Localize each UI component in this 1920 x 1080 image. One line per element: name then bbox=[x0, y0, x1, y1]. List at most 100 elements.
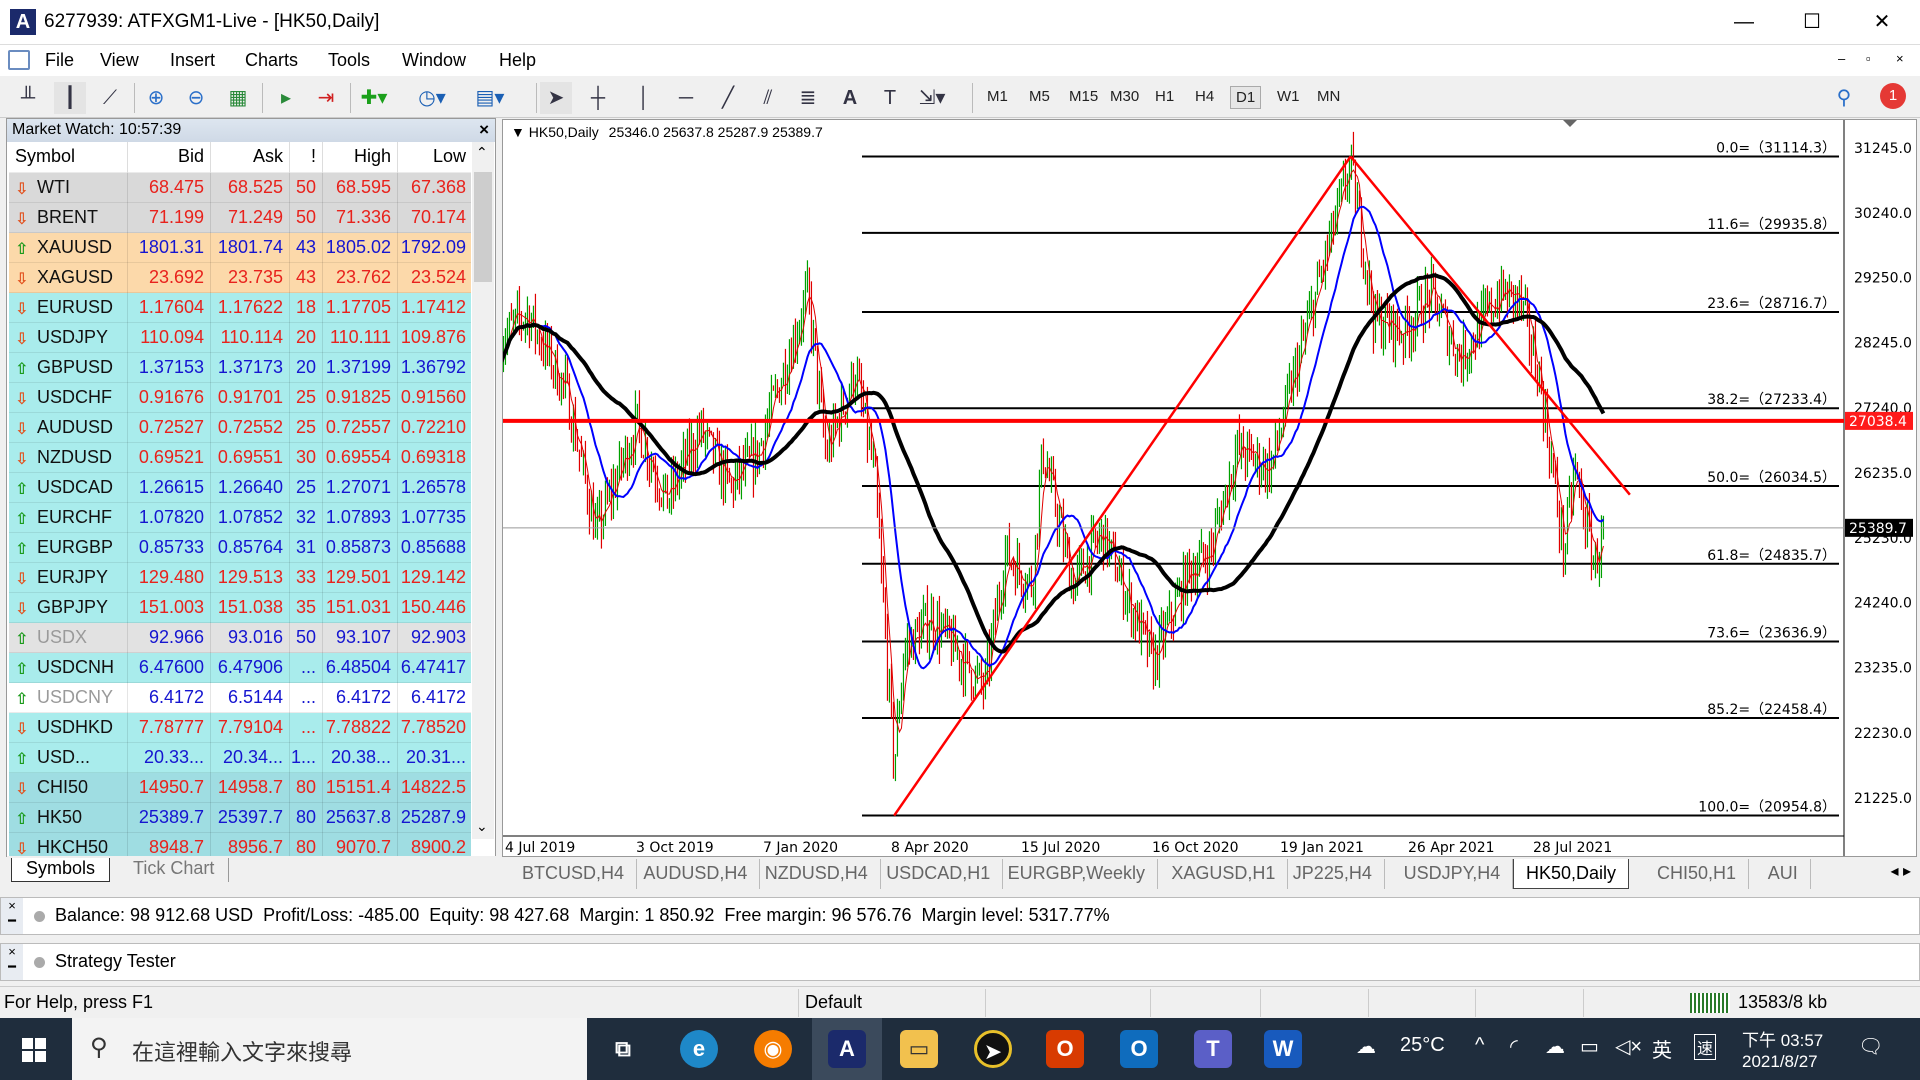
timeframe-h4[interactable]: H4 bbox=[1190, 86, 1219, 107]
horizontal-line-icon[interactable]: ─ bbox=[670, 82, 702, 114]
market-watch-row-eurjpy[interactable]: ⇩ EURJPY 129.480 129.513 33 129.501 129.142 bbox=[9, 563, 471, 593]
file-explorer-icon[interactable]: ▭ bbox=[900, 1030, 938, 1068]
market-watch-row-eurusd[interactable]: ⇩ EURUSD 1.17604 1.17622 18 1.17705 1.17412 bbox=[9, 293, 471, 323]
chart-tab-usdcad-h1[interactable]: USDCAD,H1 bbox=[874, 859, 1004, 889]
market-watch-row-eurchf[interactable]: ⇧ EURCHF 1.07820 1.07852 32 1.07893 1.07735 bbox=[9, 503, 471, 533]
column-header-ask[interactable]: Ask bbox=[253, 146, 283, 167]
chart-tab-audusd-h4[interactable]: AUDUSD,H4 bbox=[631, 859, 761, 889]
equidistant-channel-icon[interactable]: ⫽ bbox=[752, 82, 784, 114]
market-watch-row-gbpjpy[interactable]: ⇩ GBPJPY 151.003 151.038 35 151.031 150.446 bbox=[9, 593, 471, 623]
firefox-icon[interactable]: ◉ bbox=[754, 1030, 792, 1068]
notifications-icon[interactable]: 🗨 bbox=[1858, 1034, 1883, 1059]
zoom-out-icon[interactable]: ⊖ bbox=[180, 82, 212, 114]
vertical-line-icon[interactable]: │ bbox=[628, 82, 660, 114]
teams-icon[interactable]: T bbox=[1194, 1030, 1232, 1068]
candlestick-chart-icon[interactable]: ┃ bbox=[54, 82, 86, 114]
menu-file[interactable]: File bbox=[45, 50, 74, 71]
terminal-close-icon[interactable]: × ━ bbox=[1, 898, 23, 934]
menu-charts[interactable]: Charts bbox=[245, 50, 298, 71]
zoom-in-icon[interactable]: ⊕ bbox=[140, 82, 172, 114]
column-header-high[interactable]: High bbox=[354, 146, 391, 167]
chart-tab-nzdusd-h4[interactable]: NZDUSD,H4 bbox=[753, 859, 881, 889]
timeframe-mn[interactable]: MN bbox=[1312, 86, 1345, 107]
scroll-up-icon[interactable]: ⌃ bbox=[476, 144, 488, 161]
mdi-minimize-button[interactable]: – bbox=[1838, 51, 1845, 66]
maximize-button[interactable]: ☐ bbox=[1778, 0, 1846, 45]
timeframe-m30[interactable]: M30 bbox=[1105, 86, 1144, 107]
menu-view[interactable]: View bbox=[100, 50, 139, 71]
edge-browser-icon[interactable]: e bbox=[680, 1030, 718, 1068]
cursor-app-icon[interactable]: ➤ bbox=[974, 1030, 1012, 1068]
timeframe-m1[interactable]: M1 bbox=[982, 86, 1013, 107]
word-icon[interactable]: W bbox=[1264, 1030, 1302, 1068]
market-watch-row-usdx[interactable]: ⇧ USDX 92.966 93.016 50 93.107 92.903 bbox=[9, 623, 471, 653]
market-watch-row-usdcnh[interactable]: ⇧ USDCNH 6.47600 6.47906... 6.48504 6.47417 bbox=[9, 653, 471, 683]
cursor-icon[interactable]: ➤ bbox=[540, 82, 572, 114]
strategy-tester-close-icon[interactable]: × ━ bbox=[1, 944, 23, 980]
column-header-bid[interactable]: Bid bbox=[178, 146, 204, 167]
mdi-restore-button[interactable]: ▫ bbox=[1866, 51, 1871, 66]
ime-language[interactable]: 英 bbox=[1652, 1034, 1672, 1063]
chart-tab-usdjpy-h4[interactable]: USDJPY,H4 bbox=[1392, 859, 1514, 889]
market-watch-row-xauusd[interactable]: ⇧ XAUUSD 1801.31 1801.74 43 1805.02 1792.09 bbox=[9, 233, 471, 263]
market-watch-row-eurgbp[interactable]: ⇧ EURGBP 0.85733 0.85764 31 0.85873 0.85688 bbox=[9, 533, 471, 563]
tile-windows-icon[interactable]: ▦ bbox=[222, 82, 254, 114]
market-watch-row-gbpusd[interactable]: ⇧ GBPUSD 1.37153 1.37173 20 1.37199 1.36792 bbox=[9, 353, 471, 383]
windows-start-icon[interactable] bbox=[22, 1038, 46, 1062]
market-watch-row-usdjpy[interactable]: ⇩ USDJPY 110.094 110.114 20 110.111 109.876 bbox=[9, 323, 471, 353]
timeframe-m15[interactable]: M15 bbox=[1064, 86, 1103, 107]
timeframe-d1[interactable]: D1 bbox=[1230, 86, 1262, 109]
market-watch-row-nzdusd[interactable]: ⇩ NZDUSD 0.69521 0.69551 30 0.69554 0.69318 bbox=[9, 443, 471, 473]
task-view-icon[interactable]: ⧉ bbox=[604, 1030, 642, 1068]
timeframe-h1[interactable]: H1 bbox=[1150, 86, 1179, 107]
chart-tab-jp225-h4[interactable]: JP225,H4 bbox=[1281, 859, 1385, 889]
clock-time[interactable]: 下午 03:57 bbox=[1742, 1026, 1823, 1051]
scroll-down-icon[interactable]: ⌄ bbox=[476, 818, 488, 835]
menu-window[interactable]: Window bbox=[402, 50, 466, 71]
chart-tab-xagusd-h1[interactable]: XAGUSD,H1 bbox=[1159, 859, 1289, 889]
notification-badge[interactable]: 1 bbox=[1880, 83, 1906, 109]
text-label-icon[interactable]: T bbox=[874, 82, 906, 114]
market-watch-row-wti[interactable]: ⇩ WTI 68.475 68.525 50 68.595 67.368 bbox=[9, 173, 471, 203]
chart-tab-chi50-h1[interactable]: CHI50,H1 bbox=[1645, 859, 1750, 889]
wifi-icon[interactable]: ◜ bbox=[1510, 1034, 1518, 1059]
mdi-close-button[interactable]: × bbox=[1896, 51, 1904, 66]
weather-cloud-icon[interactable]: ☁ bbox=[1356, 1034, 1376, 1059]
battery-icon[interactable]: ▭ bbox=[1580, 1034, 1599, 1059]
tab-symbols[interactable]: Symbols bbox=[11, 858, 111, 882]
market-watch-row-usdcny[interactable]: ⇧ USDCNY 6.4172 6.5144... 6.4172 6.4172 bbox=[9, 683, 471, 713]
taskbar-search-input[interactable]: ⚲ 在這裡輸入文字來搜尋 bbox=[72, 1018, 587, 1080]
market-watch-row-hk50[interactable]: ⇧ HK50 25389.7 25397.7 80 25637.8 25287.9 bbox=[9, 803, 471, 833]
weather-temperature[interactable]: 25°C bbox=[1400, 1034, 1445, 1057]
templates-icon[interactable]: ▤▾ bbox=[474, 82, 506, 114]
market-watch-row-usdhkd[interactable]: ⇩ USDHKD 7.78777 7.79104... 7.78822 7.78520 bbox=[9, 713, 471, 743]
market-watch-row-audusd[interactable]: ⇩ AUDUSD 0.72527 0.72552 25 0.72557 0.72210 bbox=[9, 413, 471, 443]
market-watch-row-chi50[interactable]: ⇩ CHI50 14950.7 14958.7 80 15151.4 14822.5 bbox=[9, 773, 471, 803]
arrows-icon[interactable]: ⇲▾ bbox=[916, 82, 948, 114]
outlook-icon[interactable]: O bbox=[1120, 1030, 1158, 1068]
text-icon[interactable]: A bbox=[834, 82, 866, 114]
menu-help[interactable]: Help bbox=[499, 50, 536, 71]
column-header-symbol[interactable]: Symbol bbox=[15, 146, 75, 167]
fibonacci-icon[interactable]: ≣ bbox=[792, 82, 824, 114]
show-hidden-icons[interactable]: ^ bbox=[1475, 1034, 1484, 1057]
ime-mode-icon[interactable]: 速 bbox=[1694, 1034, 1717, 1060]
chart-dropdown-icon[interactable]: ▼ bbox=[511, 124, 525, 140]
minimize-button[interactable]: — bbox=[1710, 0, 1778, 45]
market-watch-row-brent[interactable]: ⇩ BRENT 71.199 71.249 50 71.336 70.174 bbox=[9, 203, 471, 233]
trendline-icon[interactable]: ╱ bbox=[712, 82, 744, 114]
menu-insert[interactable]: Insert bbox=[170, 50, 215, 71]
tab-tick-chart[interactable]: Tick Chart bbox=[119, 858, 230, 882]
chart-window[interactable]: 31245.0 30240.0 29250.0 28245.0 27240.0 26235… bbox=[502, 119, 1917, 857]
chart-tab-aui[interactable]: AUI bbox=[1756, 859, 1811, 889]
volume-muted-icon[interactable]: ◁× bbox=[1615, 1034, 1642, 1059]
timeframe-m5[interactable]: M5 bbox=[1024, 86, 1055, 107]
menu-tools[interactable]: Tools bbox=[328, 50, 370, 71]
column-header-low[interactable]: Low bbox=[433, 146, 466, 167]
bar-chart-icon[interactable]: ╨ bbox=[12, 82, 44, 114]
tab-scroll-arrows-icon[interactable]: ◂ ▸ bbox=[1890, 861, 1911, 881]
price-chart[interactable]: 31245.030240.029250.028245.027240.026235… bbox=[503, 120, 1917, 857]
office-icon[interactable]: O bbox=[1046, 1030, 1084, 1068]
scrollbar-thumb[interactable] bbox=[474, 172, 492, 282]
chart-shift-icon[interactable]: ▸ bbox=[270, 82, 302, 114]
